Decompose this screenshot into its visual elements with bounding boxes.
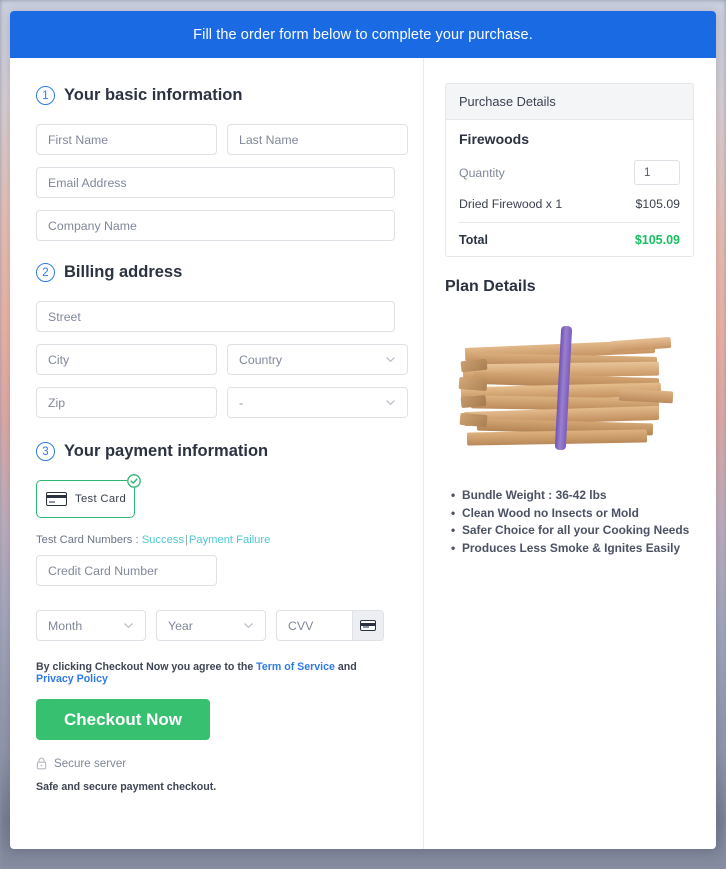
product-name: Firewoods — [459, 131, 530, 147]
zip-state-row: Zip - — [36, 387, 408, 418]
payment-method-label: Test Card — [75, 493, 127, 505]
section-title-basic-information: Your basic information — [64, 86, 243, 104]
card-body: 1 Your basic information First Name Last… — [10, 58, 716, 849]
terms-conjunction: and — [337, 661, 357, 673]
email-field-row: Email Address — [36, 167, 395, 198]
quantity-label: Quantity — [459, 165, 505, 180]
first-name-input[interactable]: First Name — [36, 124, 217, 155]
expiry-month-select[interactable]: Month — [36, 610, 146, 641]
credit-card-number-row: Credit Card Number — [36, 555, 395, 598]
street-field-row: Street — [36, 301, 395, 332]
step-number-3: 3 — [36, 442, 55, 461]
line-item-price: $105.09 — [635, 197, 680, 211]
plan-feature-list: Bundle Weight : 36-42 lbs Clean Wood no … — [445, 487, 694, 556]
last-name-input[interactable]: Last Name — [227, 124, 408, 155]
test-card-prefix: Test Card Numbers : — [36, 534, 139, 546]
section-header-basic-information: 1 Your basic information — [36, 86, 395, 105]
expiry-year-value: Year — [168, 618, 193, 633]
step-number-2: 2 — [36, 263, 55, 282]
terms-prefix: By clicking Checkout Now you agree to th… — [36, 661, 254, 673]
step-number-1: 1 — [36, 86, 55, 105]
secure-server-label: Secure server — [54, 757, 127, 770]
cvv-help-button[interactable] — [352, 611, 383, 640]
plan-details-title: Plan Details — [445, 278, 536, 295]
section-header-billing-address: 2 Billing address — [36, 263, 395, 282]
state-select[interactable]: - — [227, 387, 408, 418]
check-circle-icon — [127, 474, 141, 488]
country-select-value: Country — [239, 352, 283, 367]
credit-card-icon — [360, 620, 376, 631]
zip-input[interactable]: Zip — [36, 387, 217, 418]
section-title-billing-address: Billing address — [64, 263, 183, 281]
test-card-numbers-line: Test Card Numbers : Success|Payment Fail… — [36, 534, 395, 546]
name-field-row: First Name Last Name — [36, 124, 408, 155]
payment-method-test-card[interactable]: Test Card — [36, 474, 141, 518]
city-country-row: City Country — [36, 344, 408, 375]
secure-server-row: Secure server — [36, 757, 395, 770]
purchase-details-header: Purchase Details — [446, 84, 693, 120]
terms-agreement-text: By clicking Checkout Now you agree to th… — [36, 661, 395, 685]
lock-icon — [36, 757, 47, 770]
checkout-now-button[interactable]: Checkout Now — [36, 699, 210, 740]
chevron-down-icon — [243, 620, 254, 631]
credit-card-number-input[interactable]: Credit Card Number — [36, 555, 217, 586]
company-field-row: Company Name — [36, 210, 395, 241]
privacy-policy-link[interactable]: Privacy Policy — [36, 673, 108, 685]
section-title-payment-information: Your payment information — [64, 442, 269, 460]
safe-checkout-note: Safe and secure payment checkout. — [36, 781, 217, 793]
cvv-input[interactable]: CVV — [277, 619, 352, 633]
banner-text: Fill the order form below to complete yo… — [193, 26, 533, 43]
section-header-payment-information: 3 Your payment information — [36, 442, 395, 461]
test-card-success-link[interactable]: Success — [142, 534, 184, 546]
purchase-details-box: Purchase Details Firewoods Quantity 1 Dr… — [445, 83, 694, 257]
expiry-month-value: Month — [48, 618, 83, 633]
cvv-field[interactable]: CVV — [276, 610, 384, 641]
payment-method-list: Test Card — [36, 474, 395, 518]
plan-product-image — [445, 308, 694, 473]
quantity-row: Quantity 1 — [459, 160, 680, 185]
street-input[interactable]: Street — [36, 301, 395, 332]
city-input[interactable]: City — [36, 344, 217, 375]
country-select[interactable]: Country — [227, 344, 408, 375]
state-select-value: - — [239, 395, 244, 410]
credit-card-icon — [46, 492, 67, 506]
test-card-failure-link[interactable]: Payment Failure — [189, 534, 270, 546]
order-banner: Fill the order form below to complete yo… — [10, 11, 716, 58]
total-label: Total — [459, 233, 488, 247]
checkout-card: Fill the order form below to complete yo… — [10, 11, 716, 849]
line-item-row: Dried Firewood x 1 $105.09 — [459, 197, 680, 223]
list-item: Produces Less Smoke & Ignites Easily — [451, 540, 694, 557]
expiry-year-select[interactable]: Year — [156, 610, 266, 641]
list-item: Clean Wood no Insects or Mold — [451, 505, 694, 522]
quantity-input[interactable]: 1 — [634, 160, 680, 185]
chevron-down-icon — [385, 354, 396, 365]
list-item: Bundle Weight : 36-42 lbs — [451, 487, 694, 504]
chevron-down-icon — [123, 620, 134, 631]
list-item: Safer Choice for all your Cooking Needs — [451, 522, 694, 539]
purchase-details-body: Firewoods Quantity 1 Dried Firewood x 1 … — [446, 120, 693, 256]
chevron-down-icon — [385, 397, 396, 408]
total-price: $105.09 — [634, 233, 680, 247]
line-item-label: Dried Firewood x 1 — [459, 197, 563, 211]
expiry-cvv-row: Month Year CVV — [36, 610, 395, 641]
firewood-bundle-illustration — [458, 325, 674, 454]
order-form-column: 1 Your basic information First Name Last… — [10, 58, 424, 849]
terms-of-service-link[interactable]: Term of Service — [256, 661, 335, 673]
company-name-input[interactable]: Company Name — [36, 210, 395, 241]
purchase-summary-column: Purchase Details Firewoods Quantity 1 Dr… — [424, 58, 716, 849]
email-input[interactable]: Email Address — [36, 167, 395, 198]
total-row: Total $105.09 — [459, 223, 680, 247]
